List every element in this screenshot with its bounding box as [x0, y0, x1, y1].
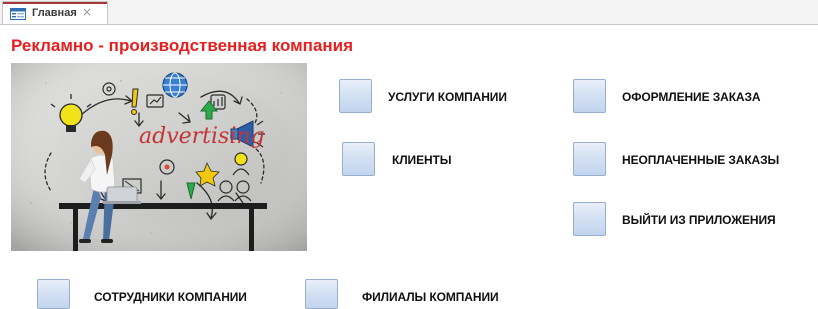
clients-button-label[interactable]: КЛИЕНТЫ: [392, 153, 452, 167]
advertising-image: advertising: [11, 63, 307, 251]
branches-button-label[interactable]: ФИЛИАЛЫ КОМПАНИИ: [362, 290, 499, 304]
unpaid-orders-button-label[interactable]: НЕОПЛАЧЕННЫЕ ЗАКАЗЫ: [622, 153, 779, 167]
exit-button-label[interactable]: ВЫЙТИ ИЗ ПРИЛОЖЕНИЯ: [622, 213, 776, 227]
tab-home[interactable]: Главная ×: [2, 1, 108, 24]
document-tab-bar: Главная ×: [0, 0, 818, 25]
employees-button[interactable]: [37, 279, 70, 309]
services-button[interactable]: [339, 79, 372, 113]
services-button-label[interactable]: УСЛУГИ КОМПАНИИ: [388, 90, 507, 104]
exit-button[interactable]: [573, 202, 606, 236]
tab-active-indicator: [3, 2, 107, 4]
advertising-illustration: advertising: [11, 63, 307, 251]
close-icon[interactable]: ×: [82, 5, 92, 19]
form-icon: [10, 8, 26, 20]
illustration-word: advertising: [139, 124, 265, 149]
clients-button[interactable]: [342, 142, 375, 176]
branches-button[interactable]: [305, 279, 338, 309]
tab-home-label: Главная: [32, 7, 77, 19]
order-button-label[interactable]: ОФОРМЛЕНИЕ ЗАКАЗА: [622, 90, 761, 104]
order-button[interactable]: [573, 79, 606, 113]
page-title: Рекламно - производственная компания: [11, 36, 354, 55]
employees-button-label[interactable]: СОТРУДНИКИ КОМПАНИИ: [94, 290, 247, 304]
unpaid-orders-button[interactable]: [573, 142, 606, 176]
